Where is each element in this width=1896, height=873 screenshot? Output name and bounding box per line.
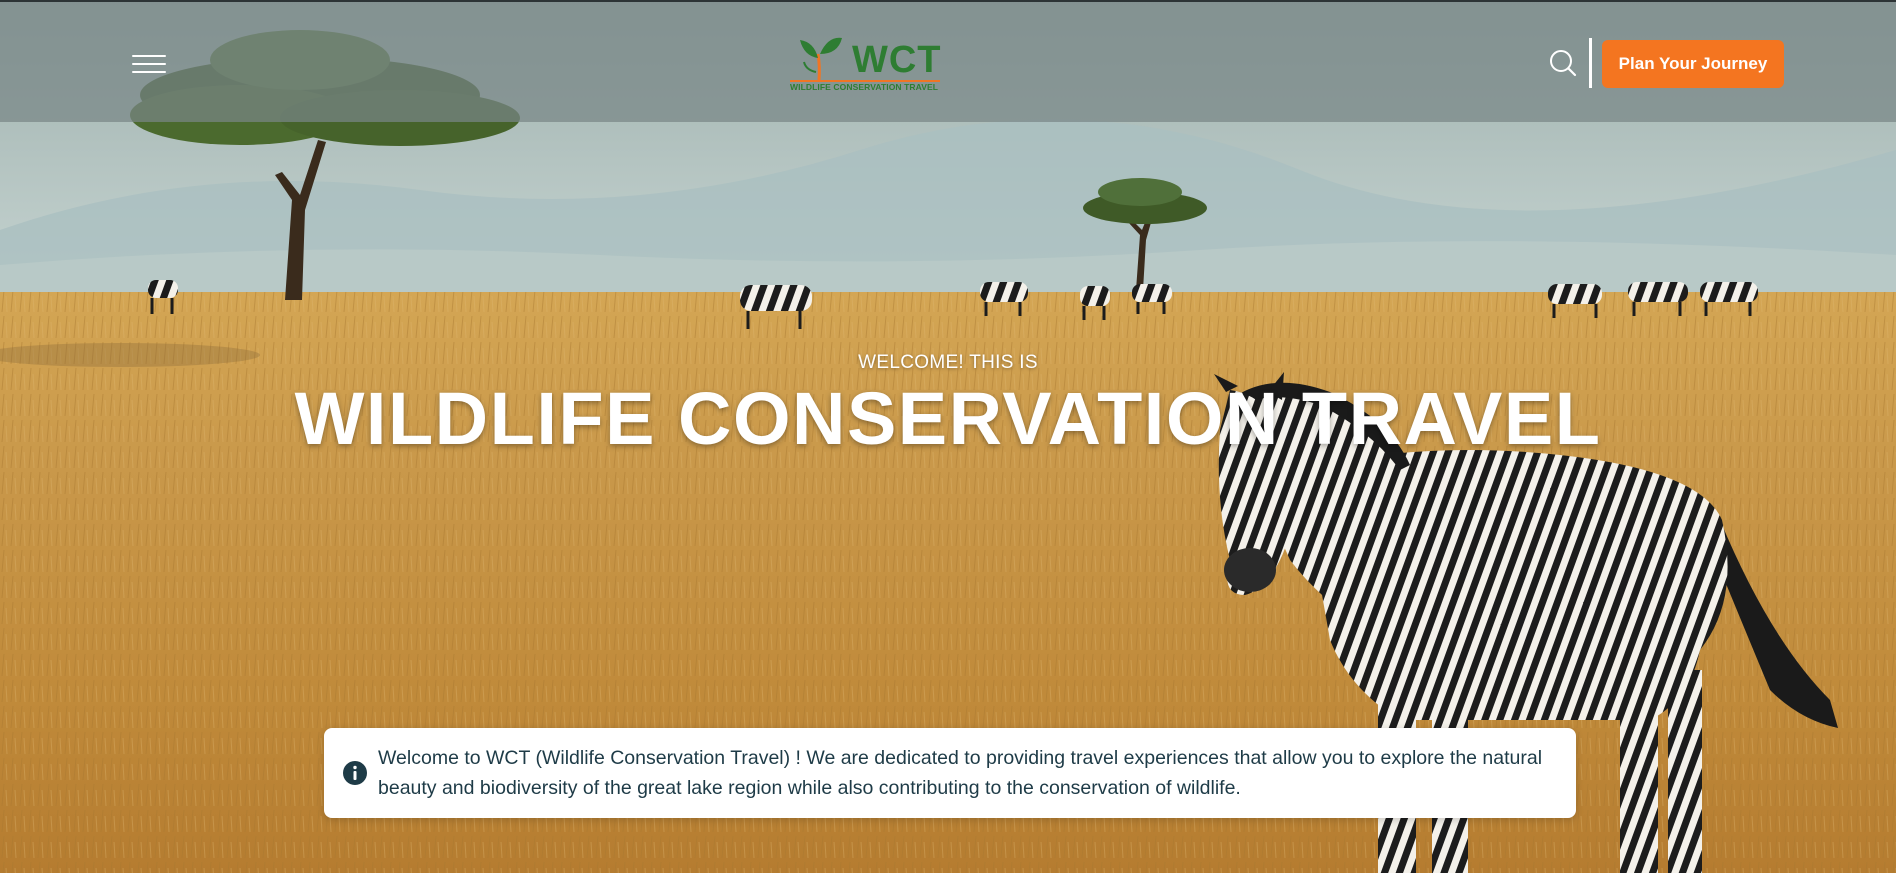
- header-divider: [1589, 38, 1592, 88]
- menu-line: [132, 71, 166, 73]
- hamburger-menu-icon[interactable]: [130, 52, 170, 78]
- plan-your-journey-button[interactable]: Plan Your Journey: [1602, 40, 1784, 88]
- site-logo[interactable]: WCT WILDLIFE CONSERVATION TRAVEL: [790, 32, 950, 96]
- page: WCT WILDLIFE CONSERVATION TRAVEL Plan Yo…: [0, 0, 1896, 873]
- menu-line: [132, 55, 166, 57]
- search-icon-glyph: [1550, 50, 1577, 77]
- sprout-leaf-icon: [800, 37, 842, 81]
- info-banner: Welcome to WCT (Wildlife Conservation Tr…: [324, 728, 1576, 818]
- logo-wordmark: WCT: [852, 39, 942, 81]
- hero-kicker: WELCOME! THIS IS: [858, 352, 1038, 373]
- hero-title: WILDLIFE CONSERVATION TRAVEL: [294, 377, 1602, 460]
- menu-line: [132, 63, 166, 65]
- logo-subtitle: WILDLIFE CONSERVATION TRAVEL: [790, 82, 939, 92]
- site-header: WCT WILDLIFE CONSERVATION TRAVEL Plan Yo…: [0, 0, 1896, 122]
- info-icon: [343, 761, 367, 785]
- info-banner-text: Welcome to WCT (Wildlife Conservation Tr…: [378, 747, 1543, 799]
- search-icon[interactable]: [1548, 48, 1578, 78]
